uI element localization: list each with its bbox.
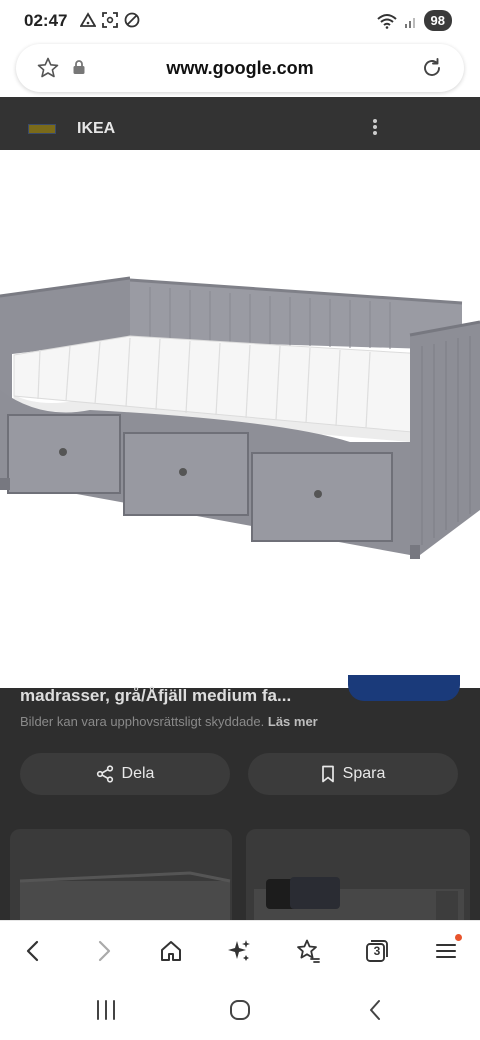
forward-icon bbox=[98, 940, 111, 962]
status-right: 98 bbox=[376, 10, 452, 31]
related-daybed-pillows-thumbnail bbox=[254, 877, 464, 920]
reload-icon[interactable] bbox=[420, 56, 444, 80]
visit-button[interactable] bbox=[348, 675, 460, 701]
screenshot-icon bbox=[102, 12, 118, 28]
dimmed-page: IKEA madrasser, grå/Åfjäll medium fa... … bbox=[0, 97, 480, 920]
tabs-button[interactable]: 3 bbox=[361, 935, 393, 967]
more-options-icon[interactable] bbox=[370, 117, 380, 139]
home-button[interactable] bbox=[155, 935, 187, 967]
related-image-2[interactable] bbox=[246, 829, 470, 920]
warning-triangle-icon bbox=[80, 12, 96, 27]
notification-dot bbox=[455, 934, 462, 941]
learn-more-link[interactable]: Läs mer bbox=[268, 714, 318, 729]
product-image[interactable] bbox=[0, 150, 480, 688]
home-nav-button[interactable] bbox=[225, 996, 255, 1024]
battery-indicator: 98 bbox=[423, 10, 452, 31]
wifi-icon bbox=[376, 13, 397, 29]
save-label: Spara bbox=[342, 765, 386, 782]
copyright-text: Bilder kan vara upphovsrättsligt skyddad… bbox=[20, 714, 265, 729]
home-circle-icon bbox=[230, 1000, 250, 1020]
save-button[interactable]: Spara bbox=[248, 753, 458, 795]
menu-icon bbox=[435, 943, 457, 959]
browser-toolbar: 3 bbox=[0, 920, 480, 980]
bookmarks-button[interactable] bbox=[292, 935, 324, 967]
system-back-button[interactable] bbox=[360, 996, 390, 1024]
related-image-1[interactable] bbox=[10, 829, 232, 920]
status-bar: 02:47 98 bbox=[0, 0, 480, 44]
share-label: Dela bbox=[121, 765, 155, 782]
home-icon bbox=[161, 941, 181, 961]
url-text[interactable]: www.google.com bbox=[16, 58, 464, 79]
site-name: IKEA bbox=[77, 120, 116, 137]
forward-button[interactable] bbox=[88, 935, 120, 967]
url-bar[interactable]: www.google.com bbox=[16, 44, 464, 92]
site-header: IKEA bbox=[0, 97, 480, 150]
share-button[interactable]: Dela bbox=[20, 753, 230, 795]
copyright-notice: Bilder kan vara upphovsrättsligt skyddad… bbox=[20, 714, 318, 729]
ai-assistant-button[interactable] bbox=[223, 935, 255, 967]
status-icons-left bbox=[80, 12, 140, 28]
ikea-logo bbox=[28, 124, 56, 134]
back-button[interactable] bbox=[17, 935, 49, 967]
system-nav-bar bbox=[0, 980, 480, 1040]
system-back-icon bbox=[370, 1000, 380, 1020]
result-title[interactable]: madrasser, grå/Åfjäll medium fa... bbox=[20, 686, 291, 706]
tabs-count: 3 bbox=[373, 944, 381, 958]
related-daybed-thumbnail bbox=[19, 871, 231, 920]
bookmarks-icon bbox=[297, 939, 320, 963]
daybed-illustration bbox=[0, 276, 480, 559]
signal-icon bbox=[404, 17, 415, 28]
recents-icon bbox=[97, 1000, 115, 1020]
back-icon bbox=[26, 940, 39, 962]
share-icon bbox=[96, 765, 113, 783]
status-time: 02:47 bbox=[24, 11, 68, 30]
bookmark-icon bbox=[321, 765, 334, 783]
sparkle-icon bbox=[228, 940, 250, 961]
no-sim-icon bbox=[124, 12, 140, 28]
menu-button[interactable] bbox=[430, 934, 462, 967]
recents-button[interactable] bbox=[91, 996, 121, 1024]
